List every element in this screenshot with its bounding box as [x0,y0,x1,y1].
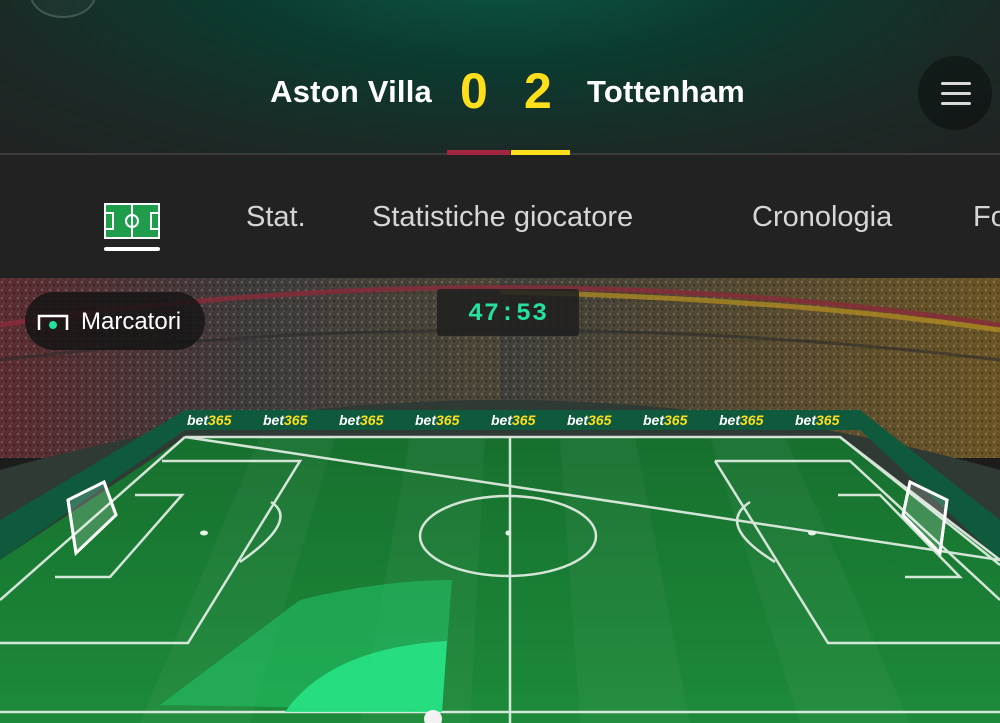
ad-text-bet: bet [187,412,209,428]
away-score: 2 [524,63,552,119]
ad-boards: bet365 bet365 bet365 bet365 bet365 bet36… [187,412,840,428]
svg-text:bet365: bet365 [187,412,232,428]
home-score: 0 [460,63,488,119]
hamburger-menu-icon [941,92,971,95]
hamburger-menu-icon [941,82,971,85]
away-team-name: Tottenham [587,74,745,109]
scorers-label: Marcatori [81,308,182,335]
tab-cronologia[interactable]: Cronologia [752,201,892,234]
svg-text:bet365: bet365 [719,412,764,428]
svg-text:bet365: bet365 [643,412,688,428]
pitch-icon [104,203,160,239]
svg-text:bet365: bet365 [491,412,536,428]
match-clock-text: 47:53 [467,299,548,328]
svg-text:bet365: bet365 [795,412,840,428]
svg-text:bet365: bet365 [415,412,460,428]
home-team-name: Aston Villa [270,74,432,109]
tab-bar: Stat. Statistiche giocatore Cronologia F… [0,155,1000,278]
tab-stat[interactable]: Stat. [246,201,306,234]
ad-text-365: 365 [208,412,232,428]
match-clock: 47:53 [437,289,579,336]
tab-fo[interactable]: Fo [973,201,1000,234]
svg-text:bet365: bet365 [339,412,384,428]
hamburger-menu-icon [941,102,971,105]
svg-text:bet365: bet365 [263,412,308,428]
goal-icon [37,314,69,330]
tab-pitch[interactable] [104,199,160,251]
menu-button[interactable] [918,56,992,130]
scorers-button[interactable]: Marcatori [25,292,205,350]
match-header: Aston Villa 0 2 Tottenham [0,0,1000,155]
active-tab-indicator [104,247,160,251]
back-button[interactable] [30,0,96,18]
tab-statistiche-giocatore[interactable]: Statistiche giocatore [372,201,633,234]
svg-text:bet365: bet365 [567,412,612,428]
